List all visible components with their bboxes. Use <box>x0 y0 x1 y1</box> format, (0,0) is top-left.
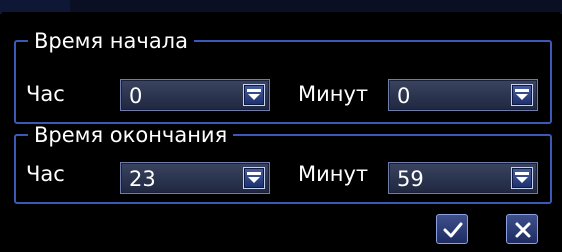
cancel-button[interactable] <box>506 214 538 244</box>
start-hour-value: 0 <box>129 84 143 108</box>
chevron-down-icon[interactable] <box>511 84 533 106</box>
chevron-down-icon[interactable] <box>511 167 533 189</box>
end-minute-value: 59 <box>397 167 424 191</box>
time-range-dialog: Время начала Час 0 Минут 0 Время окончан… <box>2 12 560 250</box>
start-time-group: Время начала Час 0 Минут 0 <box>14 30 552 124</box>
end-minute-select[interactable]: 59 <box>388 162 538 194</box>
end-time-legend: Время окончания <box>34 123 228 147</box>
end-hour-label: Час <box>26 162 65 186</box>
end-hour-select[interactable]: 23 <box>120 162 270 194</box>
chevron-down-icon[interactable] <box>243 167 265 189</box>
confirm-button[interactable] <box>436 214 468 244</box>
check-icon <box>443 222 463 238</box>
chevron-down-icon[interactable] <box>243 84 265 106</box>
start-minute-label: Минут <box>298 82 369 106</box>
start-time-legend: Время начала <box>34 29 188 53</box>
end-time-group: Время окончания Час 23 Минут 59 <box>14 124 552 204</box>
start-hour-label: Час <box>26 82 65 106</box>
close-icon <box>515 222 531 238</box>
end-hour-value: 23 <box>129 167 156 191</box>
start-minute-select[interactable]: 0 <box>388 79 538 111</box>
end-minute-label: Минут <box>298 162 369 186</box>
start-minute-value: 0 <box>397 84 411 108</box>
start-hour-select[interactable]: 0 <box>120 79 270 111</box>
